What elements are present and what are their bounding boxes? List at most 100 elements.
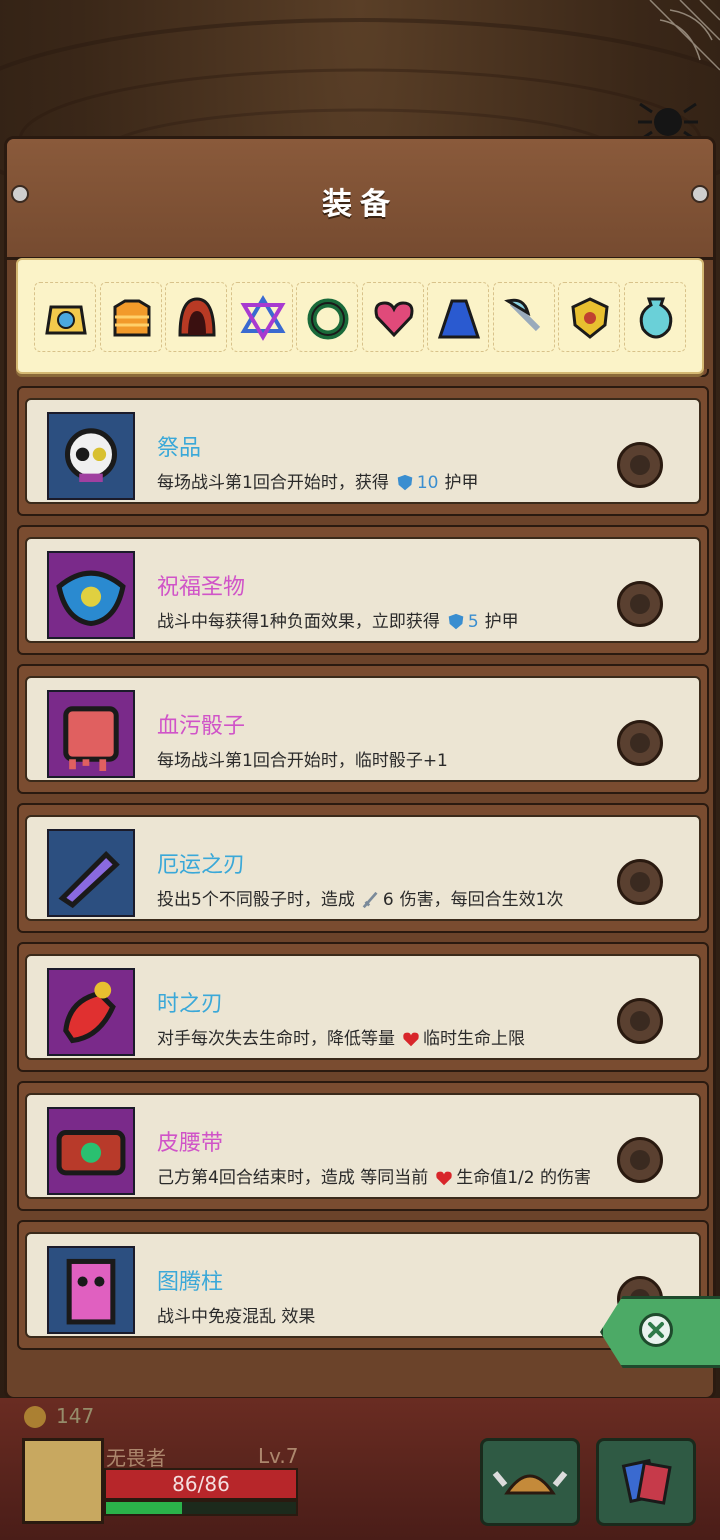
player-bar: 147 无畏者 Lv.7 86/86 (0, 1398, 720, 1540)
equipped-slot[interactable] (34, 282, 96, 352)
description-text: 混乱 效果 (242, 1307, 316, 1327)
xp-bar (104, 1500, 298, 1516)
time-blade-icon (63, 981, 116, 1044)
item-icon-frame (47, 1107, 135, 1195)
list-item[interactable]: 血污骰子每场战斗第1回合开始时，临时骰子+1 (17, 664, 709, 794)
coin-count: 147 (56, 1404, 95, 1428)
equipped-slot[interactable] (361, 282, 424, 352)
relic-icon (56, 570, 126, 627)
description-text: 己方第4回合结束时，造成 等同当前 (157, 1168, 429, 1188)
cards-icon (621, 1458, 672, 1505)
dagger-icon (58, 850, 120, 909)
sweater-icon (113, 299, 150, 337)
description-text: 投出5个不同骰子时，造成 (157, 890, 355, 910)
item-description: 每场战斗第1回合开始时，临时骰子+1 (157, 750, 627, 772)
item-name: 祭品 (157, 436, 202, 461)
description-text: 战斗中免疫 (157, 1307, 242, 1327)
panel-header: 装备 (7, 139, 713, 260)
avatar[interactable] (22, 1438, 104, 1524)
item-description: 对手每次失去生命时，降低等量 临时生命上限 (157, 1028, 627, 1050)
stat-value: 5 (467, 612, 479, 632)
skull-icon (64, 428, 118, 483)
description-text: 每场战斗第1回合开始时，临时骰子+1 (157, 751, 448, 771)
list-item[interactable]: 祭品 每场战斗第1回合开始时，获得 10 护甲 (17, 386, 709, 516)
item-description: 战斗中免疫混乱 效果 (157, 1306, 627, 1328)
heart-icon (436, 1171, 452, 1186)
bloody-dice-icon (63, 706, 119, 771)
item-description: 投出5个不同骰子时，造成 6 伤害，每回合生效1次 (157, 889, 627, 911)
item-name: 祝福圣物 (157, 575, 246, 600)
description-text: 临时生命上限 (423, 1029, 525, 1049)
cards-button[interactable] (596, 1438, 696, 1526)
item-description: 己方第4回合结束时，造成 等同当前 生命值1/2 的伤害 (157, 1167, 627, 1189)
equip-slot-button[interactable] (617, 442, 663, 488)
chest-armor-icon (45, 305, 87, 335)
equip-slot-button[interactable] (617, 998, 663, 1044)
equipped-slot[interactable] (623, 282, 686, 352)
equipped-slot[interactable] (165, 282, 227, 352)
equipped-slot[interactable] (230, 282, 293, 352)
vase-icon (639, 297, 672, 339)
shield-icon (448, 613, 464, 630)
hp-bar: 86/86 (104, 1468, 298, 1500)
player-name: 无畏者 (106, 1446, 166, 1470)
equip-slot-button[interactable] (617, 1137, 663, 1183)
hexagram-icon (239, 295, 286, 341)
hood-icon (178, 297, 216, 337)
spider-web-icon (649, 0, 720, 71)
equipped-slot[interactable] (558, 282, 620, 352)
sword-icon (362, 891, 378, 909)
list-item[interactable]: 皮腰带己方第4回合结束时，造成 等同当前 生命值1/2 的伤害 (17, 1081, 709, 1211)
item-icon-frame (47, 1246, 135, 1334)
list-item[interactable]: 厄运之刃投出5个不同骰子时，造成 6 伤害，每回合生效1次 (17, 803, 709, 933)
description-text: 每场战斗第1回合开始时，获得 (157, 473, 389, 493)
close-button[interactable] (600, 1296, 720, 1368)
item-description: 战斗中每获得1种负面效果，立即获得 5 护甲 (157, 611, 627, 633)
ring-icon (307, 298, 349, 340)
equipment-list[interactable]: 闪避戒指每场战斗第1回合开始时，获得1闪避祭品每场战斗第1回合开始时，获得10护… (17, 369, 709, 1395)
item-icon-frame (47, 829, 135, 917)
stat-value: 10 (416, 473, 439, 493)
page-title: 装备 (322, 187, 398, 222)
close-icon (639, 1313, 673, 1347)
equipped-slot[interactable] (99, 282, 162, 352)
description-text: 对手每次失去生命时，降低等量 (157, 1029, 395, 1049)
item-icon-frame (47, 412, 135, 500)
equip-slot-button[interactable] (617, 720, 663, 766)
player-level: Lv.7 (258, 1444, 299, 1468)
equipped-slot[interactable] (296, 282, 358, 352)
list-item[interactable]: 祝福圣物战斗中每获得1种负面效果，立即获得 5 护甲 (17, 525, 709, 655)
item-name: 时之刃 (157, 992, 224, 1017)
equip-slot-button[interactable] (617, 859, 663, 905)
item-icon-frame (47, 551, 135, 639)
cloak-icon (437, 299, 481, 339)
hp-text: 86/86 (172, 1472, 230, 1496)
belt-icon (56, 1130, 126, 1176)
item-icon-frame (47, 690, 135, 778)
item-name: 图腾柱 (157, 1270, 224, 1295)
totem-icon (66, 1258, 116, 1325)
description-text: 护甲 (484, 612, 519, 632)
shield-icon (571, 297, 609, 339)
helmet-icon (492, 1471, 568, 1495)
item-name: 厄运之刃 (157, 853, 246, 878)
equip-slot-button[interactable] (617, 581, 663, 627)
axe-icon (503, 298, 540, 332)
item-name: 血污骰子 (157, 714, 246, 739)
heart-icon (403, 1032, 419, 1047)
description-text: 战斗中每获得1种负面效果，立即获得 (157, 612, 440, 632)
description-text: 生命值1/2 的伤害 (456, 1168, 591, 1188)
coin-icon (24, 1406, 46, 1428)
item-icon-frame (47, 968, 135, 1056)
equipped-strip (16, 258, 704, 374)
equipped-slot[interactable] (427, 282, 489, 352)
xp-fill (106, 1502, 182, 1514)
item-name: 皮腰带 (157, 1131, 224, 1156)
list-item[interactable]: 时之刃对手每次失去生命时，降低等量 临时生命上限 (17, 942, 709, 1072)
shield-icon (397, 474, 413, 491)
equipped-slot[interactable] (492, 282, 555, 352)
equipment-button[interactable] (480, 1438, 580, 1526)
description-text: 伤害，每回合生效1次 (399, 890, 564, 910)
item-description: 每场战斗第1回合开始时，获得 10 护甲 (157, 472, 627, 494)
spider-icon (638, 102, 698, 142)
